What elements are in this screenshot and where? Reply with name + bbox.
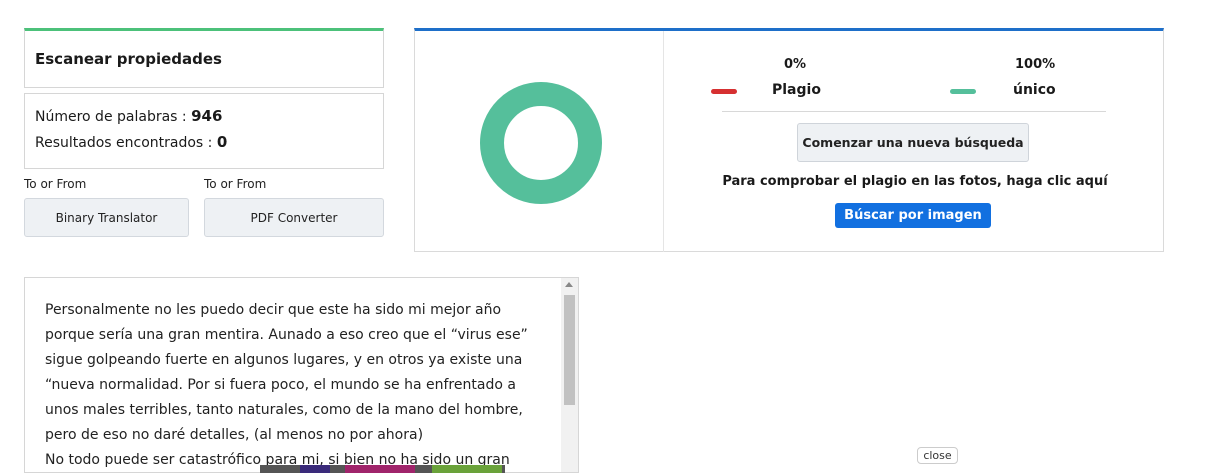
new-search-button[interactable]: Comenzar una nueva búsqueda bbox=[797, 123, 1029, 162]
results-count-label: Resultados encontrados : bbox=[35, 135, 217, 151]
photo-check-text: Para comprobar el plagio en las fotos, h… bbox=[722, 174, 1108, 189]
binary-translator-button[interactable]: Binary Translator bbox=[24, 198, 189, 237]
scan-properties-title: Escanear propiedades bbox=[35, 50, 222, 68]
text-content: Personalmente no les puedo decir que est… bbox=[45, 298, 550, 472]
result-panel: 0% Plagio 100% único Comenzar una nueva … bbox=[414, 28, 1164, 252]
scroll-up-arrow-icon[interactable] bbox=[565, 282, 573, 287]
donut-unique-ring bbox=[480, 82, 602, 204]
ad-thumbnail bbox=[432, 465, 502, 473]
text-paragraph: Personalmente no les puedo decir que est… bbox=[45, 302, 528, 443]
image-search-button[interactable]: Búscar por imagen bbox=[835, 203, 991, 228]
pdf-converter-button[interactable]: PDF Converter bbox=[204, 198, 384, 237]
scroll-thumb[interactable] bbox=[564, 295, 575, 405]
text-input-area[interactable]: Personalmente no les puedo decir que est… bbox=[24, 277, 579, 473]
stats-card: Número de palabras : 946 Resultados enco… bbox=[24, 93, 384, 169]
legend-separator bbox=[722, 111, 1106, 112]
result-divider bbox=[663, 31, 664, 252]
plagiarism-label: Plagio bbox=[772, 82, 821, 98]
word-count: Número de palabras : 946 bbox=[35, 107, 222, 125]
results-count: Resultados encontrados : 0 bbox=[35, 133, 227, 151]
ad-thumbnail bbox=[300, 465, 330, 473]
binary-translator-caption: To or From bbox=[24, 177, 87, 191]
word-count-value: 946 bbox=[191, 107, 223, 125]
ad-thumbnail bbox=[345, 465, 415, 473]
uniqueness-donut-chart bbox=[480, 82, 602, 204]
results-count-value: 0 bbox=[216, 133, 228, 151]
word-count-label: Número de palabras : bbox=[35, 109, 192, 125]
scan-properties-card: Escanear propiedades bbox=[24, 28, 384, 88]
close-ad-button[interactable]: close bbox=[917, 447, 958, 464]
plagiarism-percent: 0% bbox=[784, 57, 807, 72]
pdf-converter-caption: To or From bbox=[204, 177, 267, 191]
plagiarism-swatch bbox=[711, 89, 737, 94]
unique-percent: 100% bbox=[1015, 57, 1056, 72]
text-scrollbar[interactable] bbox=[561, 278, 578, 472]
unique-label: único bbox=[1013, 82, 1056, 98]
unique-swatch bbox=[950, 89, 976, 94]
